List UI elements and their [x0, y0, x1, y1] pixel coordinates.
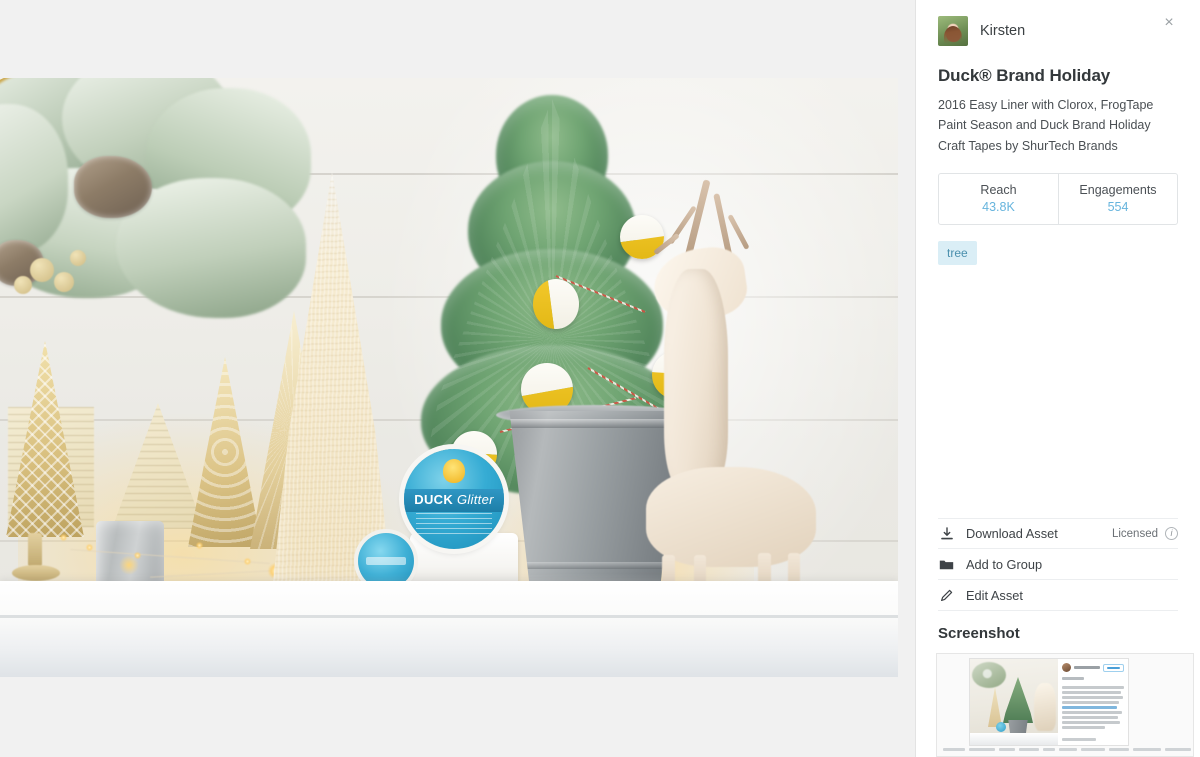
license-label: Licensed	[1111, 527, 1158, 540]
antler	[727, 214, 750, 250]
instagram-post-preview	[969, 658, 1129, 746]
tags-row: tree	[938, 240, 1178, 265]
stat-label: Reach	[980, 183, 1017, 198]
half-dipped-ornament	[533, 279, 579, 329]
mantel-shelf	[0, 581, 898, 677]
label-fineprint	[416, 513, 492, 535]
follow-button[interactable]	[1103, 663, 1124, 672]
download-icon	[938, 526, 955, 542]
stat-value: 554	[1107, 200, 1129, 215]
mini-shelf	[970, 733, 1058, 745]
duck-logo-icon	[443, 459, 465, 483]
fairy-light	[196, 542, 203, 549]
screenshot-thumbnail[interactable]	[936, 653, 1194, 757]
asset-detail-screen: DUCK Glitter Kirsten × Duck® Brand Holid…	[0, 0, 1200, 757]
download-asset-button[interactable]: Download Asset Licensed i	[938, 518, 1178, 549]
stats-box: Reach 43.8K Engagements 554	[938, 172, 1178, 225]
holiday-mantel-photo: DUCK Glitter	[0, 78, 898, 677]
antler	[653, 232, 680, 256]
tree-stand	[28, 533, 42, 567]
asset-actions: Download Asset Licensed i Add to Group E…	[938, 518, 1178, 611]
add-to-group-button[interactable]: Add to Group	[938, 549, 1178, 580]
asset-description: 2016 Easy Liner with Clorox, FrogTape Pa…	[938, 98, 1154, 153]
mini-sisal-tree	[988, 687, 1002, 727]
fairy-light	[60, 534, 67, 541]
reindeer-body	[646, 467, 816, 567]
reindeer-neck	[664, 269, 728, 489]
stat-label: Engagements	[1079, 183, 1157, 198]
edit-asset-label: Edit Asset	[966, 587, 1023, 603]
tag-chip-tree[interactable]: tree	[938, 240, 977, 265]
fairy-light	[244, 558, 251, 565]
mini-wreath	[972, 662, 1006, 688]
license-status: Licensed i	[1112, 527, 1178, 540]
close-icon[interactable]: ×	[1156, 10, 1182, 36]
fairy-light	[86, 544, 93, 551]
page-title: Duck® Brand Holiday	[938, 66, 1111, 85]
brand-text: DUCK Glitter	[414, 492, 494, 507]
folder-icon	[938, 556, 955, 572]
author-name: Kirsten	[980, 23, 1026, 39]
mini-reindeer	[1034, 683, 1056, 731]
asset-image[interactable]: DUCK Glitter	[0, 78, 898, 677]
stat-value: 43.8K	[982, 200, 1015, 215]
download-asset-label: Download Asset	[966, 526, 1058, 541]
instagram-timestamp	[1062, 738, 1097, 741]
instagram-username	[1074, 666, 1100, 669]
edit-asset-button[interactable]: Edit Asset	[938, 580, 1178, 611]
stat-reach: Reach 43.8K	[939, 174, 1058, 224]
flocked-wreath	[0, 78, 311, 360]
mini-tape-roll	[996, 722, 1006, 732]
instagram-user-row	[1062, 663, 1124, 672]
stat-engagements: Engagements 554	[1058, 173, 1177, 224]
avatar	[938, 16, 968, 46]
screenshot-section-title: Screenshot	[938, 625, 1020, 642]
pencil-icon	[938, 587, 955, 603]
page-footer-links	[943, 748, 1191, 751]
mini-christmas-tree	[1003, 677, 1033, 723]
reindeer-figurine	[620, 177, 830, 607]
panel-header: Kirsten ×	[938, 0, 1178, 46]
fairy-light	[134, 552, 141, 559]
asset-viewer: DUCK Glitter	[0, 0, 915, 757]
info-icon[interactable]: i	[1165, 527, 1178, 540]
instagram-post-caption	[1058, 659, 1128, 745]
instagram-post-photo	[970, 659, 1058, 745]
asset-info-panel: Kirsten × Duck® Brand Holiday 2016 Easy …	[916, 0, 1200, 757]
instagram-likes	[1062, 677, 1085, 680]
tree-base	[12, 565, 60, 581]
duck-glitter-tape-label: DUCK Glitter	[404, 449, 504, 549]
instagram-avatar	[1062, 663, 1071, 672]
instagram-caption-lines	[1062, 686, 1124, 729]
add-to-group-label: Add to Group	[966, 556, 1043, 572]
